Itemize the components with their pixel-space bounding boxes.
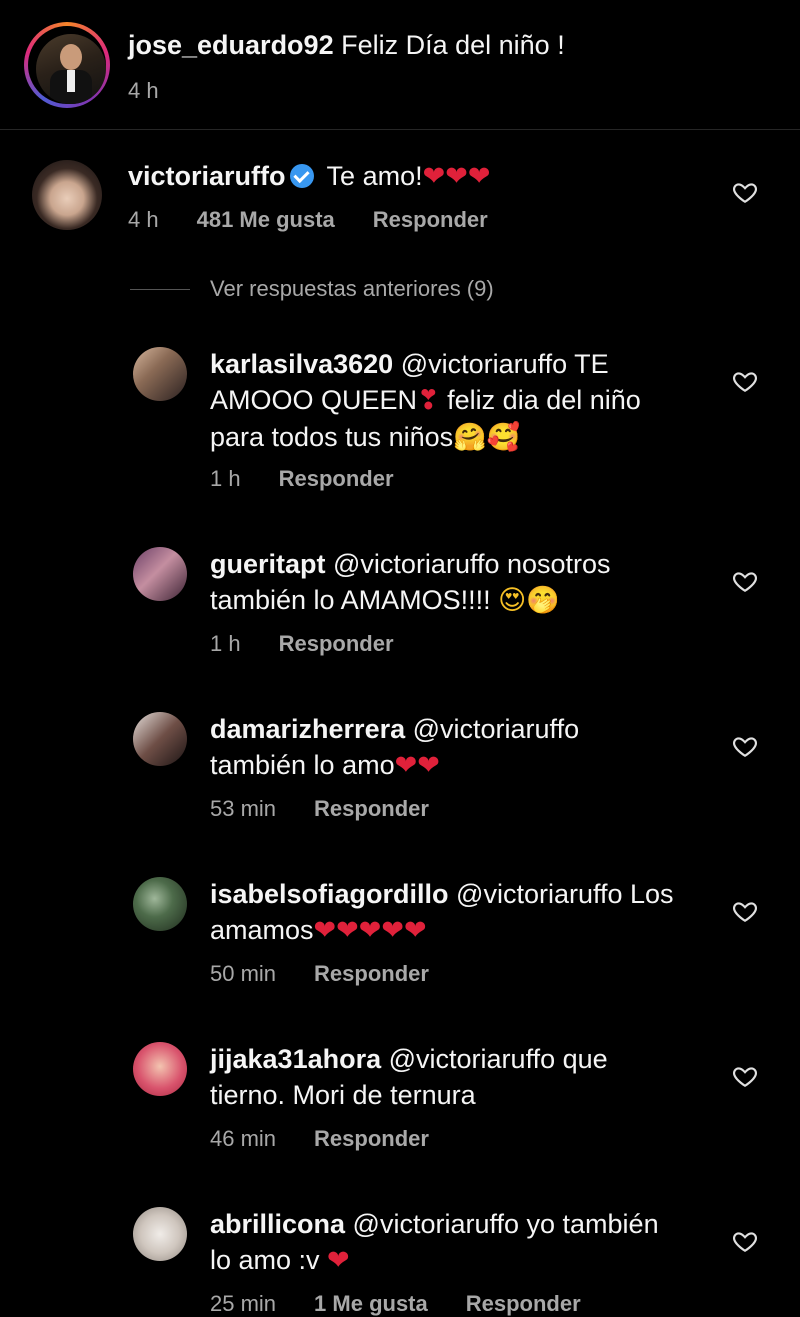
like-button[interactable]	[732, 568, 758, 594]
view-earlier-replies[interactable]: Ver respuestas anteriores (9)	[210, 276, 494, 302]
reply-button[interactable]: Responder	[373, 207, 488, 232]
reply-time: 53 min	[210, 796, 277, 821]
avatar[interactable]	[133, 547, 187, 601]
post-caption: jose_eduardo92 Feliz Día del niño ! 4 h	[0, 0, 800, 130]
reply-username[interactable]: gueritapt	[210, 549, 326, 579]
reply-time: 1 h	[210, 466, 241, 491]
likes-count[interactable]: 481 Me gusta	[197, 207, 335, 232]
reply-text: también lo AMAMOS!!!!	[210, 585, 499, 615]
reply-text: para todos tus niños	[210, 422, 454, 452]
heart-outline-icon	[733, 183, 757, 204]
reply-text: lo amo :v	[210, 1245, 328, 1275]
reply-button[interactable]: Responder	[279, 466, 394, 491]
reply-time: 46 min	[210, 1126, 277, 1151]
heart-emoji: ❤	[327, 1245, 350, 1276]
comment-username[interactable]: victoriaruffo	[128, 161, 286, 191]
like-button[interactable]	[732, 179, 758, 205]
heart-outline-icon	[733, 737, 757, 758]
heart-emoji: ❤❤❤❤❤	[313, 915, 427, 946]
heart-eyes-emoji: 😍🤭	[498, 585, 560, 616]
reply-button[interactable]: Responder	[314, 961, 429, 986]
like-button[interactable]	[732, 368, 758, 394]
like-button[interactable]	[732, 898, 758, 924]
divider-line	[130, 289, 190, 290]
reply-username[interactable]: karlasilva3620	[210, 349, 393, 379]
reply-text: @victoriaruffo Los	[448, 879, 674, 909]
reply-button[interactable]: Responder	[314, 1126, 429, 1151]
comment-text: Te amo!	[326, 161, 423, 191]
heart-outline-icon	[733, 902, 757, 923]
heart-outline-icon	[733, 572, 757, 593]
reply-username[interactable]: jijaka31ahora	[210, 1044, 381, 1074]
reply-text: @victoriaruffo que	[381, 1044, 608, 1074]
heart-outline-icon	[733, 1232, 757, 1253]
reply-text: también lo amo	[210, 750, 395, 780]
heart-emoji: ❤❤❤	[422, 161, 491, 192]
hug-emoji: 🤗🥰	[453, 422, 521, 453]
reply-text: amamos	[210, 915, 314, 945]
heart-outline-icon	[733, 1067, 757, 1088]
reply-time: 25 min	[210, 1291, 277, 1316]
story-ring[interactable]	[24, 22, 110, 108]
avatar[interactable]	[36, 34, 106, 104]
reply-button[interactable]: Responder	[279, 631, 394, 656]
reply-text: tierno. Mori de ternura	[210, 1080, 476, 1110]
post-time: 4 h	[128, 78, 159, 103]
like-button[interactable]	[732, 1228, 758, 1254]
avatar[interactable]	[32, 160, 102, 230]
like-button[interactable]	[732, 733, 758, 759]
avatar[interactable]	[133, 712, 187, 766]
reply-text: @victoriaruffo	[405, 714, 580, 744]
avatar[interactable]	[133, 1042, 187, 1096]
reply-time: 50 min	[210, 961, 277, 986]
heart-outline-icon	[733, 372, 757, 393]
reply-text: @victoriaruffo nosotros	[325, 549, 611, 579]
reply-text: @victoriaruffo TE	[393, 349, 609, 379]
post-caption-text: Feliz Día del niño !	[333, 30, 565, 60]
reply-button[interactable]: Responder	[466, 1291, 581, 1316]
reply-username[interactable]: damarizherrera	[210, 714, 405, 744]
like-button[interactable]	[732, 1063, 758, 1089]
likes-count[interactable]: 1 Me gusta	[314, 1291, 428, 1316]
reply-text: feliz dia del niño	[439, 385, 641, 415]
heart-exclamation-emoji: ❣	[417, 385, 440, 416]
reply-button[interactable]: Responder	[314, 796, 429, 821]
post-username[interactable]: jose_eduardo92	[128, 30, 334, 60]
reply-username[interactable]: abrillicona	[210, 1209, 345, 1239]
avatar[interactable]	[133, 1207, 187, 1261]
comment-time: 4 h	[128, 207, 159, 232]
heart-emoji: ❤❤	[394, 750, 440, 781]
reply-time: 1 h	[210, 631, 241, 656]
avatar[interactable]	[133, 347, 187, 401]
reply-text: AMOOO QUEEN	[210, 385, 418, 415]
reply-username[interactable]: isabelsofiagordillo	[210, 879, 449, 909]
avatar[interactable]	[133, 877, 187, 931]
reply-text: @victoriaruffo yo también	[345, 1209, 659, 1239]
verified-badge-icon	[289, 164, 314, 188]
